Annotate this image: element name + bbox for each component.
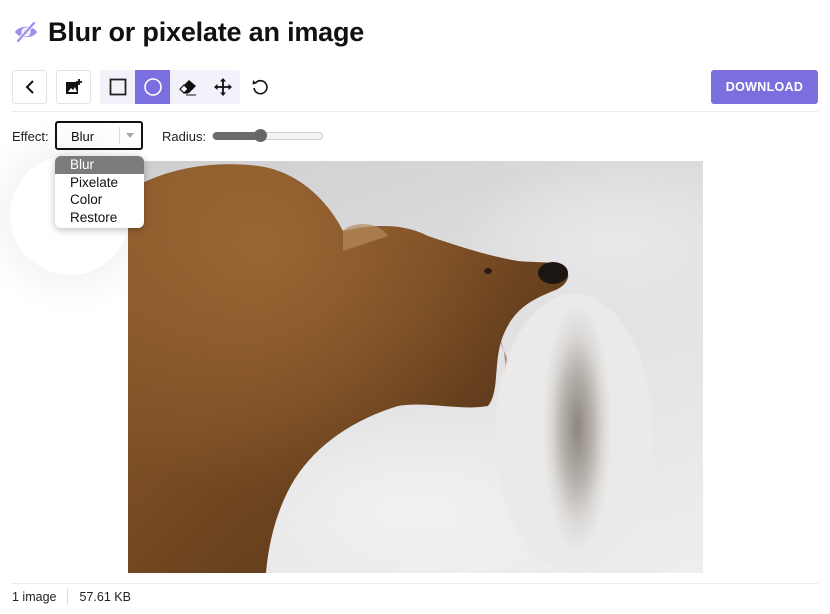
page-header: Blur or pixelate an image xyxy=(12,14,364,50)
toolbar: DOWNLOAD xyxy=(12,70,818,105)
footer-divider xyxy=(12,583,818,584)
file-size: 57.61 KB xyxy=(79,590,131,604)
eye-slash-icon xyxy=(15,21,37,43)
dropdown-option-restore[interactable]: Restore xyxy=(55,209,144,227)
radius-slider[interactable] xyxy=(212,129,323,142)
radius-label: Radius: xyxy=(162,129,207,144)
radius-slider-fill xyxy=(213,132,260,140)
square-icon xyxy=(109,78,126,96)
effect-select[interactable]: Blur xyxy=(55,121,143,150)
radius-slider-thumb[interactable] xyxy=(253,129,267,142)
image-canvas[interactable] xyxy=(128,161,703,573)
select-separator xyxy=(119,127,120,144)
effect-select-value: Blur xyxy=(71,129,95,144)
back-button[interactable] xyxy=(12,70,47,104)
dropdown-option-color[interactable]: Color xyxy=(55,191,144,209)
eraser-icon xyxy=(178,80,196,96)
status-bar: 1 image 57.61 KB xyxy=(12,588,131,606)
move-tool[interactable] xyxy=(205,70,240,104)
chevron-down-icon xyxy=(126,133,134,138)
toolbar-divider xyxy=(12,111,818,112)
reset-button[interactable] xyxy=(242,70,277,104)
effect-controls: Effect: Blur Radius: xyxy=(12,121,323,151)
effect-label: Effect: xyxy=(12,128,49,144)
download-button[interactable]: DOWNLOAD xyxy=(711,70,818,104)
circle-icon xyxy=(143,78,162,96)
add-image-button[interactable] xyxy=(56,70,91,104)
image-count: 1 image xyxy=(12,590,57,604)
dropdown-option-pixelate[interactable]: Pixelate xyxy=(55,174,144,192)
move-icon xyxy=(213,78,232,96)
rectangle-tool[interactable] xyxy=(100,70,135,104)
footer-separator xyxy=(67,589,69,605)
page-title: Blur or pixelate an image xyxy=(48,16,365,47)
rotate-ccw-icon xyxy=(252,79,268,95)
dropdown-option-blur[interactable]: Blur xyxy=(55,156,144,174)
chevron-left-icon xyxy=(25,80,34,94)
blurred-region[interactable] xyxy=(495,294,653,572)
effect-dropdown-menu: Blur Pixelate Color Restore xyxy=(55,156,144,228)
ellipse-tool[interactable] xyxy=(135,70,170,104)
add-image-icon xyxy=(65,79,82,94)
drawing-tools-group xyxy=(100,70,240,104)
eraser-tool[interactable] xyxy=(170,70,205,104)
